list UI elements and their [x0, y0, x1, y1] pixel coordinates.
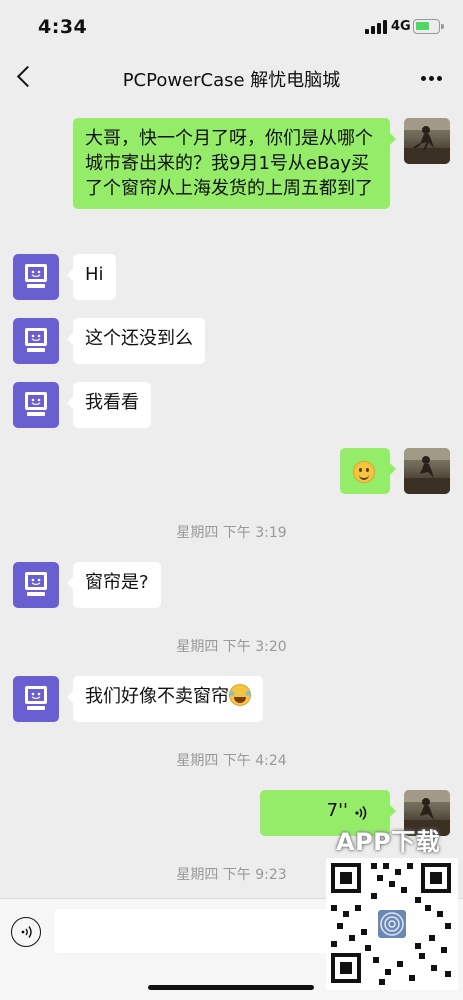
qr-finder — [421, 863, 451, 893]
chat-title: PCPowerCase 解忧电脑城 — [122, 70, 341, 91]
shop-avatar[interactable] — [13, 676, 59, 722]
signal-icon — [365, 20, 387, 34]
shop-avatar[interactable] — [13, 382, 59, 428]
message-bubble-received[interactable]: 这个还没到么 — [67, 318, 205, 364]
qr-code[interactable] — [326, 858, 458, 990]
user-avatar[interactable] — [404, 118, 450, 164]
voice-wave-icon — [355, 806, 367, 820]
qr-finder — [331, 863, 361, 893]
timestamp: 星期四 下午 3:19 — [176, 525, 287, 541]
voice-duration: 7'' — [326, 800, 348, 821]
more-icon[interactable] — [417, 68, 447, 88]
shop-avatar[interactable] — [13, 318, 59, 364]
message-bubble-received[interactable]: 我们好像不卖窗帘 — [67, 676, 263, 722]
shop-avatar[interactable] — [13, 562, 59, 608]
message-text: 我们好像不卖窗帘 — [85, 686, 229, 707]
network-type: 4G — [391, 19, 411, 34]
timestamp: 星期四 下午 4:24 — [176, 753, 287, 769]
status-bar: 4:34 4G — [0, 0, 463, 54]
battery-icon — [413, 19, 444, 34]
app-download-label[interactable]: APP下载 — [336, 822, 440, 857]
message-input[interactable] — [54, 909, 334, 953]
nav-bar: PCPowerCase 解忧电脑城 — [0, 54, 463, 102]
message-bubble-received[interactable]: 我看看 — [67, 382, 151, 428]
status-time: 4:34 — [38, 16, 88, 38]
shop-avatar[interactable] — [13, 254, 59, 300]
voice-icon — [21, 926, 32, 938]
qr-finder — [331, 953, 361, 983]
message-bubble-sent[interactable] — [340, 448, 396, 494]
laugh-emoji-icon — [229, 684, 251, 706]
timestamp: 星期四 下午 3:20 — [176, 639, 287, 655]
message-bubble-received[interactable]: 窗帘是? — [67, 562, 161, 608]
voice-input-button[interactable] — [11, 917, 41, 947]
home-indicator — [148, 985, 314, 990]
user-avatar[interactable] — [404, 448, 450, 494]
fingerprint-icon — [375, 907, 409, 941]
smile-emoji-icon — [353, 461, 375, 483]
message-bubble-received[interactable]: Hi — [67, 254, 116, 300]
message-bubble-sent[interactable]: 大哥，快一个月了呀，你们是从哪个城市寄出来的？我9月1号从eBay买了个窗帘从上… — [73, 118, 396, 209]
